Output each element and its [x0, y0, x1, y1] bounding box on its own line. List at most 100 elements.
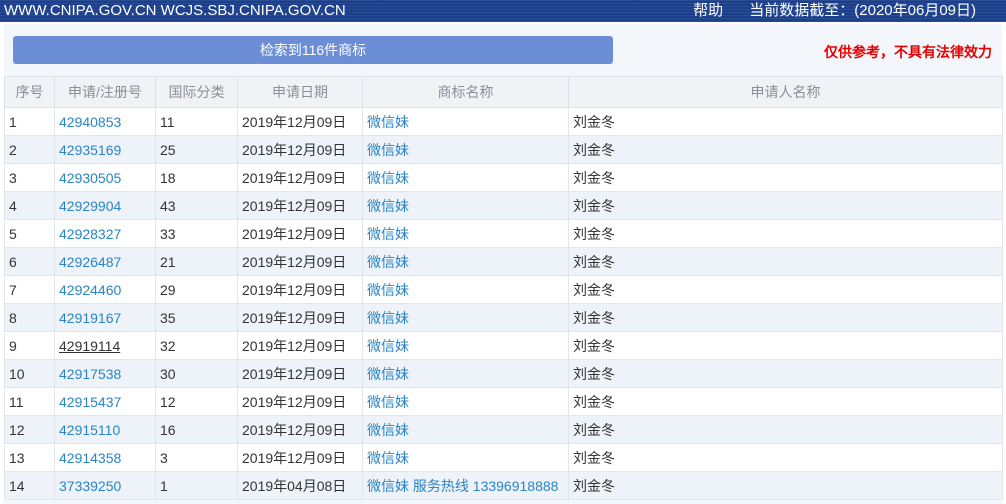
table-row: 9 42919114 32 2019年12月09日 微信妹 刘金冬 — [4, 331, 1003, 360]
cell-reg-no-link[interactable]: 42914358 — [59, 450, 121, 466]
table-cell: 2019年12月09日 — [237, 163, 363, 192]
table-cell: 刘金冬 — [568, 415, 1003, 444]
cell-reg-no-link[interactable]: 37339250 — [59, 478, 121, 494]
table-cell: 42919167 — [54, 303, 156, 332]
cell-reg-no-link[interactable]: 42917538 — [59, 366, 121, 382]
table-cell: 微信妹 — [362, 359, 569, 388]
results-panel: 检索到116件商标 仅供参考，不具有法律效力 序号 申请/注册号 国际分类 申请… — [4, 24, 1003, 504]
top-bar-right: 帮助 当前数据截至：(2020年06月09日) — [693, 0, 976, 22]
table-row: 2 42935169 25 2019年12月09日 微信妹 刘金冬 — [4, 135, 1003, 164]
cell-reg-no-link[interactable]: 42924460 — [59, 282, 121, 298]
cell-date: 2019年12月09日 — [242, 393, 347, 410]
table-cell: 16 — [155, 415, 238, 444]
cell-date: 2019年12月09日 — [242, 421, 347, 438]
table-cell: 微信妹 — [362, 443, 569, 472]
cell-reg-no-link[interactable]: 42919167 — [59, 310, 121, 326]
cell-reg-no-link[interactable]: 42935169 — [59, 142, 121, 158]
table-cell: 微信妹 — [362, 191, 569, 220]
cell-date: 2019年12月09日 — [242, 169, 347, 186]
cell-class: 35 — [160, 309, 176, 326]
table-row: 10 42917538 30 2019年12月09日 微信妹 刘金冬 — [4, 359, 1003, 388]
cell-reg-no-link[interactable]: 42915437 — [59, 394, 121, 410]
cell-applicant: 刘金冬 — [573, 141, 615, 158]
cell-applicant: 刘金冬 — [573, 113, 615, 130]
cell-serial-no: 4 — [9, 197, 17, 214]
data-date-label: 当前数据截至： — [749, 2, 855, 19]
table-cell: 2 — [4, 135, 55, 164]
cell-trademark-link[interactable]: 微信妹 — [367, 198, 409, 214]
cell-date: 2019年12月09日 — [242, 309, 347, 326]
table-cell: 14 — [4, 471, 55, 500]
cell-trademark-link[interactable]: 微信妹 — [367, 226, 409, 242]
cell-trademark-link[interactable]: 微信妹 — [367, 394, 409, 410]
table-cell: 微信妹 — [362, 275, 569, 304]
cell-reg-no-link[interactable]: 42928327 — [59, 226, 121, 242]
cell-class: 1 — [160, 477, 168, 494]
table-cell: 刘金冬 — [568, 219, 1003, 248]
column-header-no: 序号 — [4, 76, 55, 108]
cell-applicant: 刘金冬 — [573, 449, 615, 466]
results-table: 序号 申请/注册号 国际分类 申请日期 商标名称 申请人名称 1 42940853… — [4, 76, 1003, 500]
table-cell: 2019年12月09日 — [237, 247, 363, 276]
cell-reg-no-link[interactable]: 42930505 — [59, 170, 121, 186]
cell-reg-no-link[interactable]: 42919114 — [59, 338, 120, 354]
cell-reg-no-link[interactable]: 42915110 — [59, 422, 120, 438]
cell-date: 2019年12月09日 — [242, 281, 347, 298]
cell-trademark-link[interactable]: 微信妹 — [367, 254, 409, 270]
cell-class: 3 — [160, 449, 168, 466]
cell-class: 21 — [160, 253, 176, 270]
table-cell: 微信妹 — [362, 135, 569, 164]
cell-date: 2019年12月09日 — [242, 337, 347, 354]
cell-trademark-link[interactable]: 微信妹 — [367, 366, 409, 382]
table-cell: 刘金冬 — [568, 471, 1003, 500]
table-cell: 18 — [155, 163, 238, 192]
cell-serial-no: 11 — [9, 393, 24, 410]
table-cell: 刘金冬 — [568, 135, 1003, 164]
cell-serial-no: 5 — [9, 225, 17, 242]
column-header-class: 国际分类 — [155, 76, 238, 108]
data-date-value: (2020年06月09日) — [854, 2, 976, 19]
cell-date: 2019年12月09日 — [242, 253, 347, 270]
cell-trademark-link[interactable]: 微信妹 — [367, 422, 409, 438]
cell-trademark-link[interactable]: 微信妹 — [367, 170, 409, 186]
table-cell: 微信妹 — [362, 303, 569, 332]
cell-class: 43 — [160, 197, 176, 214]
table-cell: 37339250 — [54, 471, 156, 500]
cell-date: 2019年04月08日 — [242, 477, 347, 494]
cell-reg-no-link[interactable]: 42926487 — [59, 254, 121, 270]
table-cell: 微信妹 — [362, 219, 569, 248]
cell-trademark-link[interactable]: 微信妹 — [367, 310, 409, 326]
cell-trademark-link[interactable]: 微信妹 — [367, 338, 409, 354]
top-bar: WWW.CNIPA.GOV.CN WCJS.SBJ.CNIPA.GOV.CN 帮… — [0, 0, 1006, 22]
table-cell: 42917538 — [54, 359, 156, 388]
cell-trademark-link[interactable]: 微信妹 — [367, 142, 409, 158]
cell-trademark-link[interactable]: 微信妹 — [367, 450, 409, 466]
help-link[interactable]: 帮助 — [693, 2, 723, 19]
cell-applicant: 刘金冬 — [573, 169, 615, 186]
table-row: 14 37339250 1 2019年04月08日 微信妹 服务热线 133969188… — [4, 471, 1003, 500]
cell-serial-no: 13 — [9, 449, 25, 466]
cell-applicant: 刘金冬 — [573, 365, 615, 382]
cell-applicant: 刘金冬 — [573, 225, 615, 242]
table-cell: 21 — [155, 247, 238, 276]
table-cell: 43 — [155, 191, 238, 220]
table-cell: 11 — [155, 107, 238, 136]
table-cell: 2019年12月09日 — [237, 331, 363, 360]
cell-serial-no: 1 — [9, 113, 17, 130]
cell-class: 33 — [160, 225, 176, 242]
cell-trademark-link[interactable]: 微信妹 — [367, 114, 409, 130]
cell-reg-no-link[interactable]: 42940853 — [59, 114, 121, 130]
table-cell: 12 — [4, 415, 55, 444]
cell-class: 30 — [160, 365, 176, 382]
table-cell: 刘金冬 — [568, 443, 1003, 472]
cell-class: 16 — [160, 421, 176, 438]
table-cell: 刘金冬 — [568, 191, 1003, 220]
cell-serial-no: 3 — [9, 169, 17, 186]
cell-serial-no: 10 — [9, 365, 25, 382]
table-cell: 2019年12月09日 — [237, 219, 363, 248]
table-header-row: 序号 申请/注册号 国际分类 申请日期 商标名称 申请人名称 — [4, 76, 1003, 108]
cell-reg-no-link[interactable]: 42929904 — [59, 198, 121, 214]
cell-trademark-link[interactable]: 微信妹 服务热线 13396918888 — [367, 478, 558, 494]
table-cell: 8 — [4, 303, 55, 332]
cell-trademark-link[interactable]: 微信妹 — [367, 282, 409, 298]
